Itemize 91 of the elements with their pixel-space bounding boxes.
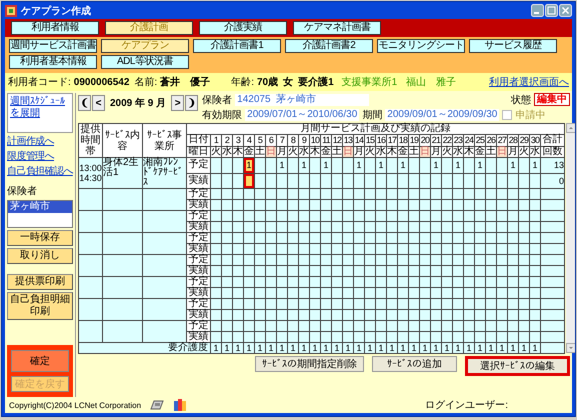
insurer-label: 保険者 — [7, 184, 38, 198]
side-button[interactable]: 自己負担明細印刷 — [7, 292, 73, 320]
insurer-field: 142075 茅ヶ崎市 — [235, 94, 370, 106]
total-count: 13 — [554, 160, 564, 170]
minimize-icon[interactable] — [531, 4, 544, 17]
prev-month-button[interactable]: < — [92, 95, 105, 111]
action-button[interactable]: ｻｰﾋﾞｽの期間指定削除 — [255, 356, 364, 372]
tab[interactable]: ケアマネ計画書 — [293, 21, 381, 35]
valid-period-field: 2009/07/01～2010/06/30 — [245, 108, 360, 120]
nav-link[interactable]: 限度管理へ — [7, 150, 73, 163]
month-label: 2009 年 9 月 — [110, 96, 166, 110]
side-button[interactable]: 取り消し — [7, 248, 73, 264]
back-link[interactable]: 利用者選択画面へ — [489, 75, 569, 89]
scrollbar[interactable] — [566, 123, 575, 353]
side-button[interactable]: 提供票印刷 — [7, 274, 73, 290]
nav-link[interactable]: 自己負担確認へ — [7, 165, 73, 178]
row-label: 予定 — [186, 298, 210, 310]
first-month-button[interactable]: ❨ — [78, 95, 91, 111]
column-header: 提供時間帯 — [78, 124, 102, 158]
care-manager: 福山 雅子 — [406, 76, 456, 89]
client-name: 蒼井 優子 — [160, 76, 210, 89]
field-label: 状態 — [511, 94, 531, 106]
tab[interactable]: 介護計画書1 — [193, 39, 281, 53]
time-range: 13:00 14:30 — [79, 163, 102, 183]
field-label: 有効期限 — [202, 108, 242, 122]
side-button[interactable]: 一時保存 — [7, 230, 73, 246]
care-level: 要介護1 — [298, 76, 334, 89]
row-label: 予定 — [186, 232, 210, 244]
row-header: 要介護度 — [78, 342, 210, 354]
row-label: 実績 — [186, 222, 210, 232]
window-title: ケアプラン作成 — [21, 4, 91, 18]
tab[interactable]: 利用者基本情報 — [9, 55, 97, 69]
tab[interactable]: サービス履歴 — [469, 39, 557, 53]
client-sex: 女 — [283, 76, 294, 89]
scroll-up-icon[interactable] — [566, 123, 575, 133]
row-label: 実績 — [186, 266, 210, 276]
total-count: 0 — [558, 176, 564, 186]
row-label: 予定 — [186, 320, 210, 332]
column-header: ｻｰﾋﾞｽ内容 — [102, 124, 142, 158]
close-icon[interactable] — [559, 4, 572, 17]
row-label: 予定 — [186, 254, 210, 266]
app-icon — [5, 4, 17, 16]
tab[interactable]: ADL等状況書 — [101, 55, 189, 69]
field-label: 保険者 — [202, 94, 232, 106]
tab[interactable]: 介護計画 — [105, 21, 193, 35]
column-header: 回数 — [540, 146, 564, 158]
tab[interactable]: モニタリングシート — [377, 39, 465, 53]
office-name: 支援事業所1 — [342, 76, 398, 89]
period-field: 2009/09/01～2009/09/30 — [385, 108, 500, 120]
row-label: 実績 — [186, 173, 210, 188]
row-label: 予定 — [186, 276, 210, 288]
row-label: 実績 — [186, 310, 210, 320]
schedule-link[interactable]: 週間ｽｹｼﾞｭｰﾙを展開 — [10, 96, 70, 120]
table-title: 月間サービス計画及び実績の記録 — [186, 124, 564, 135]
row-label: 実績 — [186, 288, 210, 298]
row-label: 実績 — [186, 332, 210, 342]
tab[interactable]: 利用者情報 — [11, 21, 99, 35]
row-label: 実績 — [186, 244, 210, 254]
field-label: 年齢: — [231, 76, 254, 89]
copyright-text: Copyright(C)2004 LCNet Corporation — [9, 400, 142, 410]
maximize-icon[interactable] — [545, 4, 558, 17]
field-label: 期間 — [362, 108, 382, 122]
login-user-label: ログインユーザー: — [425, 399, 508, 412]
column-header: ｻｰﾋﾞｽ事業所 — [142, 124, 186, 158]
confirm-button[interactable]: 確定 — [11, 350, 69, 372]
scroll-down-icon[interactable] — [566, 343, 575, 353]
service-content: 身体2生活1 — [103, 157, 139, 178]
books-icon — [173, 398, 188, 412]
status-badge: 編集中 — [534, 93, 570, 106]
nav-link[interactable]: 計画作成へ — [7, 135, 73, 148]
client-age: 70歳 — [256, 76, 278, 89]
checkbox-label: 申請中 — [515, 108, 546, 122]
field-label: 名前: — [134, 76, 158, 89]
field-label: 利用者コード: — [8, 76, 71, 89]
client-code: 0900006542 — [74, 76, 130, 88]
list-item[interactable]: 茅ヶ崎市 — [8, 201, 72, 213]
tab[interactable]: 介護実績 — [199, 21, 287, 35]
row-label: 予定 — [186, 188, 210, 200]
last-month-button[interactable]: ❩ — [185, 95, 198, 111]
row-label: 予定 — [186, 158, 210, 173]
tab[interactable]: 介護計画書2 — [285, 39, 373, 53]
action-button[interactable]: 選択ｻｰﾋﾞｽの編集 — [465, 356, 570, 376]
row-label: 実績 — [186, 200, 210, 210]
tab[interactable]: 週間サービス計画書 — [9, 39, 97, 53]
row-header: 日付 — [186, 134, 210, 146]
row-header: 曜日 — [186, 146, 210, 158]
service-provider: 湘南ﾌﾚﾝﾄﾞｹｱｻｰﾋﾞｽ — [143, 157, 183, 188]
row-label: 予定 — [186, 210, 210, 222]
action-button[interactable]: ｻｰﾋﾞｽの追加 — [372, 356, 457, 372]
tab[interactable]: ケアプラン — [101, 39, 189, 53]
next-month-button[interactable]: > — [171, 95, 184, 111]
